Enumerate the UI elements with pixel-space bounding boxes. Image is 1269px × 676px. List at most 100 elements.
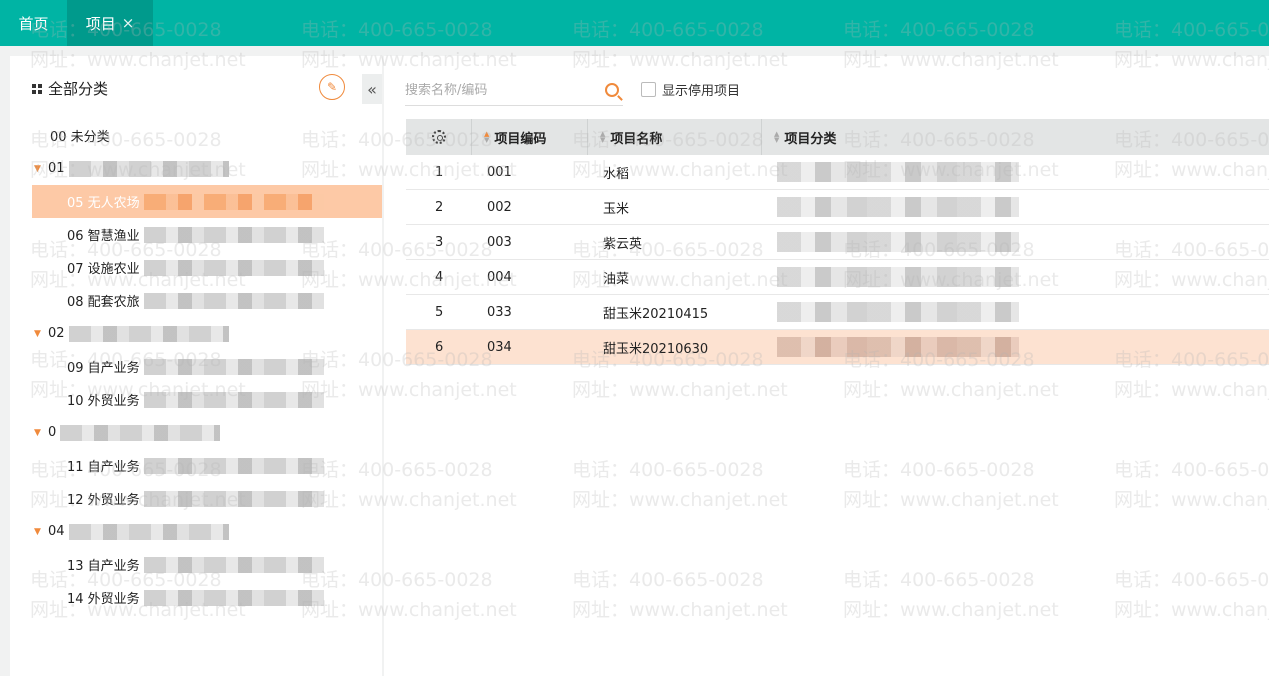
redacted-text	[143, 556, 324, 573]
project-code: 033	[487, 304, 512, 320]
tree-item-label: 05 无人农场	[67, 196, 140, 211]
table-row[interactable]: 1 001 水稻	[406, 155, 1269, 190]
show-disabled-toggle[interactable]: 显示停用项目	[641, 80, 740, 99]
table-row[interactable]: 4 004 油菜	[406, 260, 1269, 295]
edit-category-button[interactable]: ✎	[319, 74, 345, 100]
redacted-text	[60, 424, 221, 441]
project-category	[762, 190, 1269, 225]
project-list-panel: 显示停用项目 ▲▼ 项目编码 ▲▼ 项目名称 ▲▼ 项目分类	[384, 56, 1269, 676]
project-table: ▲ ▼ 项目编码 ▲ ▼ 项目名称 ▲ ▼ 项目分类 1 001 水稻 2 002 玉米 3 003…	[406, 119, 1269, 365]
caret-down-icon[interactable]: ▼	[34, 164, 48, 174]
edit-icon: ✎	[326, 80, 338, 94]
show-disabled-checkbox[interactable]	[641, 82, 656, 97]
redacted-text	[143, 490, 324, 507]
table-body: 1 001 水稻 2 002 玉米 3 003 紫云英 4 004 油菜 5 033 甜玉米20210415…	[406, 155, 1269, 365]
tree-item[interactable]: 05 无人农场	[32, 185, 382, 218]
redacted-text	[143, 391, 324, 408]
project-category	[762, 225, 1269, 260]
row-index: 4	[435, 269, 444, 285]
table-row[interactable]: 2 002 玉米	[406, 190, 1269, 225]
tree-item[interactable]: 10 外贸业务	[32, 383, 382, 416]
tree-item-label: 13 自产业务	[67, 559, 140, 574]
table-header: ▲ ▼ 项目编码 ▲ ▼ 项目名称 ▲ ▼ 项目分类	[406, 119, 1269, 155]
project-name: 油菜	[603, 271, 630, 287]
redacted-text	[143, 259, 324, 276]
tree-item-label: 08 配套农旅	[67, 295, 140, 310]
column-header-category[interactable]: ▲ ▼ 项目分类	[762, 119, 1269, 155]
column-header-code-label: 项目编码	[494, 131, 547, 147]
grid-icon	[32, 83, 42, 94]
tree-item[interactable]: 11 自产业务	[32, 449, 382, 482]
redacted-text	[143, 358, 324, 375]
tree-item[interactable]: ▼ 01	[32, 152, 382, 185]
tree-item[interactable]: ▼ 02	[32, 317, 382, 350]
project-code: 003	[487, 234, 512, 250]
tree-item[interactable]: 00 未分类	[32, 119, 382, 152]
column-header-name-label: 项目名称	[610, 131, 663, 147]
project-category	[762, 260, 1269, 295]
caret-down-icon[interactable]: ▼	[34, 428, 48, 438]
caret-down-icon[interactable]: ▼	[34, 329, 48, 339]
search-input[interactable]	[405, 83, 595, 98]
tree-item-label: 09 自产业务	[67, 361, 140, 376]
redacted-text	[143, 226, 324, 243]
column-header-code[interactable]: ▲ ▼ 项目编码	[472, 119, 588, 155]
tree-item[interactable]: 12 外贸业务	[32, 482, 382, 515]
tree-item[interactable]: 07 设施农业	[32, 251, 382, 284]
tree-item-label: 12 外贸业务	[67, 493, 140, 508]
tree-item-label: 01	[48, 161, 65, 176]
tree-item[interactable]: 14 外贸业务	[32, 581, 382, 614]
sort-icon[interactable]: ▲ ▼	[774, 131, 779, 144]
gear-icon[interactable]	[431, 130, 446, 144]
tree-item[interactable]: ▼ 0	[32, 416, 382, 449]
sort-icon[interactable]: ▲ ▼	[484, 131, 489, 144]
tree-item-label: 10 外贸业务	[67, 394, 140, 409]
row-index: 2	[435, 199, 444, 215]
tree-item-label: 02	[48, 326, 65, 341]
redacted-text	[777, 162, 1019, 182]
tab-home[interactable]: 首页	[0, 0, 67, 46]
caret-down-icon[interactable]: ▼	[34, 527, 48, 537]
collapse-panel-button[interactable]: «	[362, 74, 382, 104]
redacted-text	[143, 193, 324, 210]
row-index: 1	[435, 164, 444, 180]
redacted-text	[68, 523, 229, 540]
tree-item[interactable]: 06 智慧渔业	[32, 218, 382, 251]
tree-item-label: 06 智慧渔业	[67, 229, 140, 244]
tree-item-label: 04	[48, 524, 65, 539]
column-settings[interactable]	[406, 119, 472, 155]
tree-item[interactable]: 13 自产业务	[32, 548, 382, 581]
tree-item[interactable]: 08 配套农旅	[32, 284, 382, 317]
row-index: 5	[435, 304, 444, 320]
search-box	[405, 76, 623, 106]
page-body: 全部分类 ✎ « 00 未分类 ▼ 01 05 无人农场 06 智慧渔业 07 设施农业 0…	[0, 46, 1269, 676]
column-header-name[interactable]: ▲ ▼ 项目名称	[588, 119, 762, 155]
tree-item[interactable]: 09 自产业务	[32, 350, 382, 383]
row-index: 6	[435, 339, 444, 355]
project-code: 034	[487, 339, 512, 355]
double-chevron-left-icon: «	[367, 79, 377, 99]
redacted-text	[68, 325, 229, 342]
table-row[interactable]: 5 033 甜玉米20210415	[406, 295, 1269, 330]
table-row[interactable]: 6 034 甜玉米20210630	[406, 330, 1269, 365]
tree-item[interactable]: ▼ 04	[32, 515, 382, 548]
tab-project-label: 项目	[85, 14, 116, 33]
tab-project[interactable]: 项目 ×	[67, 0, 153, 46]
redacted-text	[777, 197, 1019, 217]
tree-item-label: 00 未分类	[50, 130, 110, 145]
category-header: 全部分类	[32, 78, 108, 99]
sort-icon[interactable]: ▲ ▼	[600, 131, 605, 144]
project-name: 甜玉米20210415	[603, 306, 709, 322]
redacted-text	[143, 457, 324, 474]
search-icon[interactable]	[605, 83, 619, 97]
redacted-text	[777, 267, 1019, 287]
redacted-text	[143, 589, 324, 606]
table-row[interactable]: 3 003 紫云英	[406, 225, 1269, 260]
close-icon[interactable]: ×	[122, 14, 135, 32]
project-name: 玉米	[603, 201, 630, 217]
category-panel: 全部分类 ✎ « 00 未分类 ▼ 01 05 无人农场 06 智慧渔业 07 设施农业 0…	[10, 56, 382, 676]
tree-item-label: 14 外贸业务	[67, 592, 140, 607]
redacted-text	[777, 232, 1019, 252]
redacted-text	[777, 302, 1019, 322]
project-name: 甜玉米20210630	[603, 341, 709, 357]
